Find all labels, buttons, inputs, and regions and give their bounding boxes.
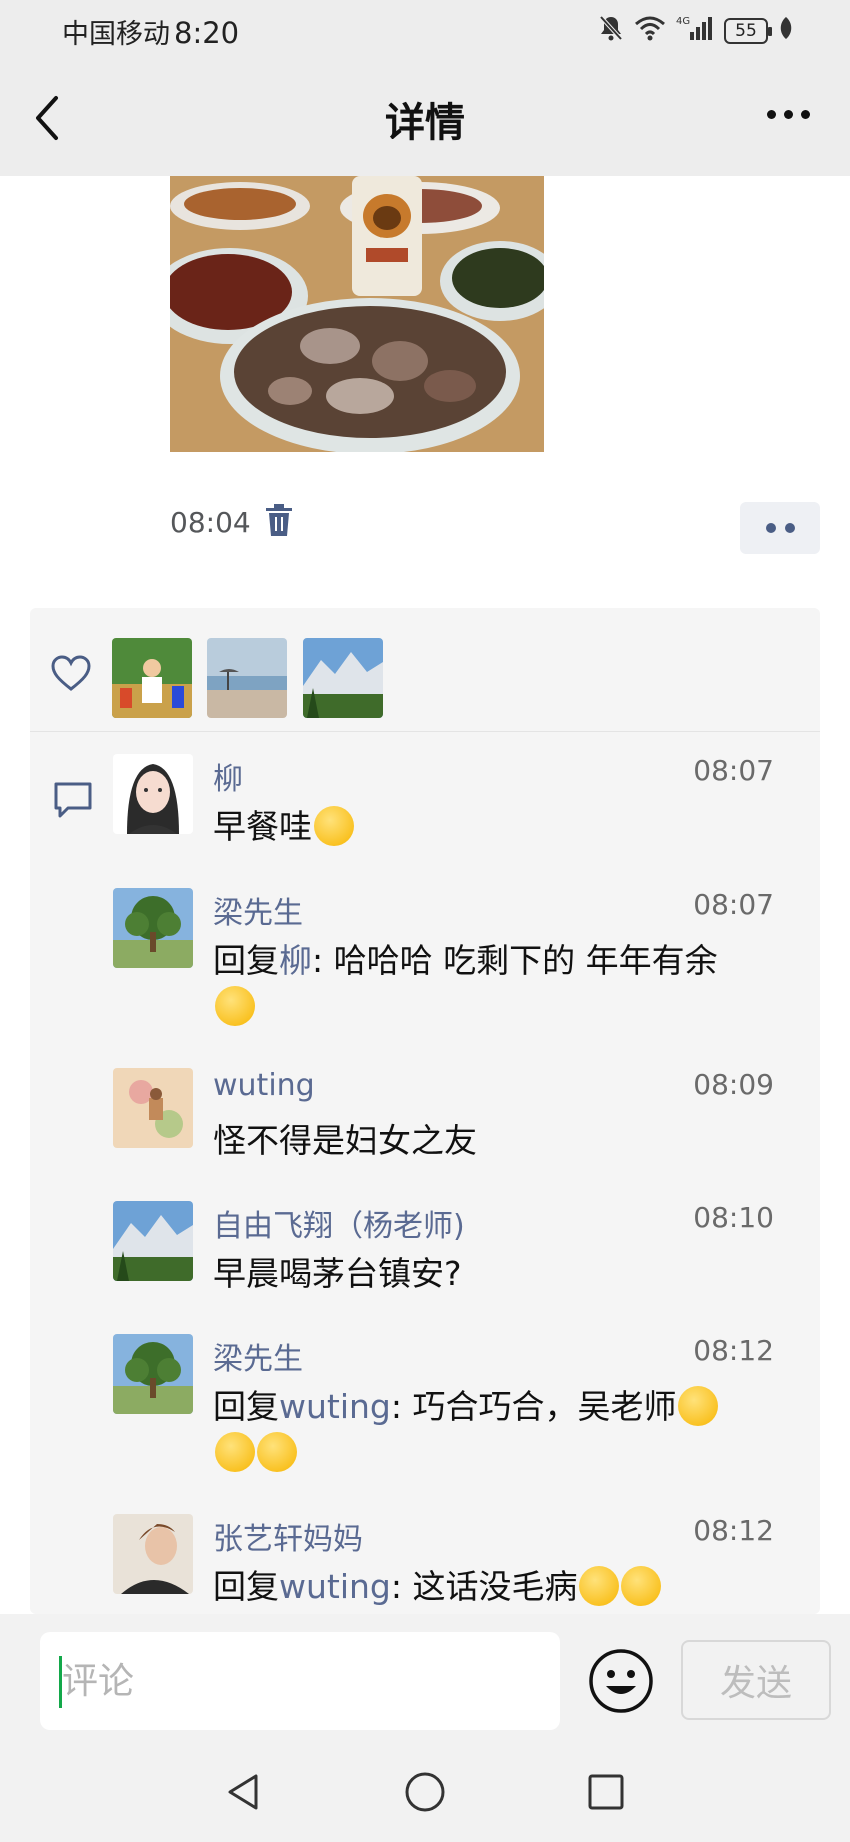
comment-body: : 这话没毛病 <box>390 1567 578 1606</box>
commenter-name[interactable]: 梁先生 <box>213 888 303 932</box>
navigation-bar: 详情 <box>0 60 850 176</box>
comment-body: 怪不得是妇女之友 <box>213 1121 477 1160</box>
status-left: 中国移动 8:20 <box>62 12 239 51</box>
reply-label: 回复 <box>213 1567 279 1606</box>
dot <box>784 523 795 533</box>
status-icons: 4G 55 <box>598 14 794 48</box>
avatar[interactable] <box>113 1068 193 1148</box>
comment-body: : 巧合巧合，吴老师 <box>390 1387 677 1426</box>
reply-target[interactable]: wuting <box>279 1567 391 1606</box>
like-avatar[interactable] <box>207 638 287 718</box>
comment-time: 08:09 <box>693 1068 774 1101</box>
status-bar: 中国移动 8:20 4G 55 <box>0 0 850 60</box>
carrier-label: 中国移动 <box>62 19 170 50</box>
square-recents-icon[interactable] <box>584 1770 628 1814</box>
network-type: 4G <box>676 16 690 27</box>
comment-text: 怪不得是妇女之友 <box>213 1118 813 1164</box>
laugh-cry-emoji-icon <box>257 1431 297 1472</box>
comment-input-bar: 发送 <box>0 1614 850 1742</box>
triangle-back-icon[interactable] <box>222 1770 266 1814</box>
smirk-emoji-icon <box>621 1565 662 1606</box>
reply-label: 回复 <box>213 941 279 980</box>
laugh-cry-emoji-icon <box>215 1431 255 1472</box>
comment-input[interactable] <box>40 1632 560 1730</box>
avatar[interactable] <box>113 1334 193 1414</box>
wifi-icon <box>634 14 666 48</box>
heart-icon <box>50 654 92 692</box>
avatar[interactable] <box>113 1201 193 1281</box>
signal-icon: 4G <box>676 14 714 48</box>
thinking-emoji-icon <box>215 985 255 1026</box>
page-title: 详情 <box>385 100 465 146</box>
commenter-name[interactable]: 梁先生 <box>213 1334 303 1378</box>
like-avatar[interactable] <box>112 638 192 718</box>
commenter-name[interactable]: wuting <box>213 1068 315 1103</box>
text-cursor <box>59 1656 62 1708</box>
more-dots-button[interactable] <box>740 502 820 554</box>
trash-icon[interactable] <box>264 504 294 538</box>
comment-body: 早餐哇 <box>213 807 312 846</box>
food-photo[interactable] <box>170 176 544 452</box>
comment-text: 回复柳: 哈哈哈 吃剩下的 年年有余 <box>213 938 813 1030</box>
comment-time: 08:07 <box>693 754 774 787</box>
comment-time: 08:10 <box>693 1201 774 1234</box>
likes-row <box>30 608 820 732</box>
comment-time: 08:12 <box>693 1334 774 1367</box>
comment-text: 早晨喝茅台镇安? <box>213 1251 813 1297</box>
dot <box>765 523 776 533</box>
more-horizontal-icon[interactable] <box>767 110 810 119</box>
comment-text: 回复wuting: 巧合巧合，吴老师 <box>213 1384 813 1476</box>
comment-text: 早餐哇 <box>213 804 813 850</box>
send-button[interactable]: 发送 <box>681 1640 831 1720</box>
comment-time: 08:07 <box>693 888 774 921</box>
comment-bubble-icon <box>52 780 94 820</box>
reply-target[interactable]: wuting <box>279 1387 391 1426</box>
commenter-name[interactable]: 柳 <box>213 754 243 798</box>
smiley-icon[interactable] <box>588 1648 654 1714</box>
smirk-emoji-icon <box>579 1565 620 1606</box>
avatar[interactable] <box>113 754 193 834</box>
battery-indicator: 55 <box>724 18 772 44</box>
avatar[interactable] <box>113 888 193 968</box>
comment-body: 早晨喝茅台镇安? <box>213 1254 462 1293</box>
comment-body: : 哈哈哈 吃剩下的 年年有余 <box>312 941 718 980</box>
avatar[interactable] <box>113 1514 193 1594</box>
circle-home-icon[interactable] <box>403 1770 447 1814</box>
like-avatar[interactable] <box>303 638 383 718</box>
laugh-cry-emoji-icon <box>678 1385 719 1426</box>
reply-target[interactable]: 柳 <box>279 941 312 980</box>
leaf-icon <box>778 15 794 47</box>
grin-emoji-icon <box>314 805 354 846</box>
clock: 8:20 <box>174 16 240 50</box>
commenter-name[interactable]: 张艺轩妈妈 <box>213 1514 363 1558</box>
system-navigation-bar <box>0 1742 850 1842</box>
likes-comments-panel: 柳 08:07 早餐哇 梁先生 08:07 回复柳: 哈哈哈 吃剩下的 年年有余… <box>30 608 820 1614</box>
post-time: 08:04 <box>170 506 251 539</box>
mute-bell-icon <box>598 14 624 48</box>
commenter-name[interactable]: 自由飞翔（杨老师) <box>213 1201 465 1245</box>
comment-time: 08:12 <box>693 1514 774 1547</box>
reply-label: 回复 <box>213 1387 279 1426</box>
comment-text: 回复wuting: 这话没毛病 <box>213 1564 813 1610</box>
